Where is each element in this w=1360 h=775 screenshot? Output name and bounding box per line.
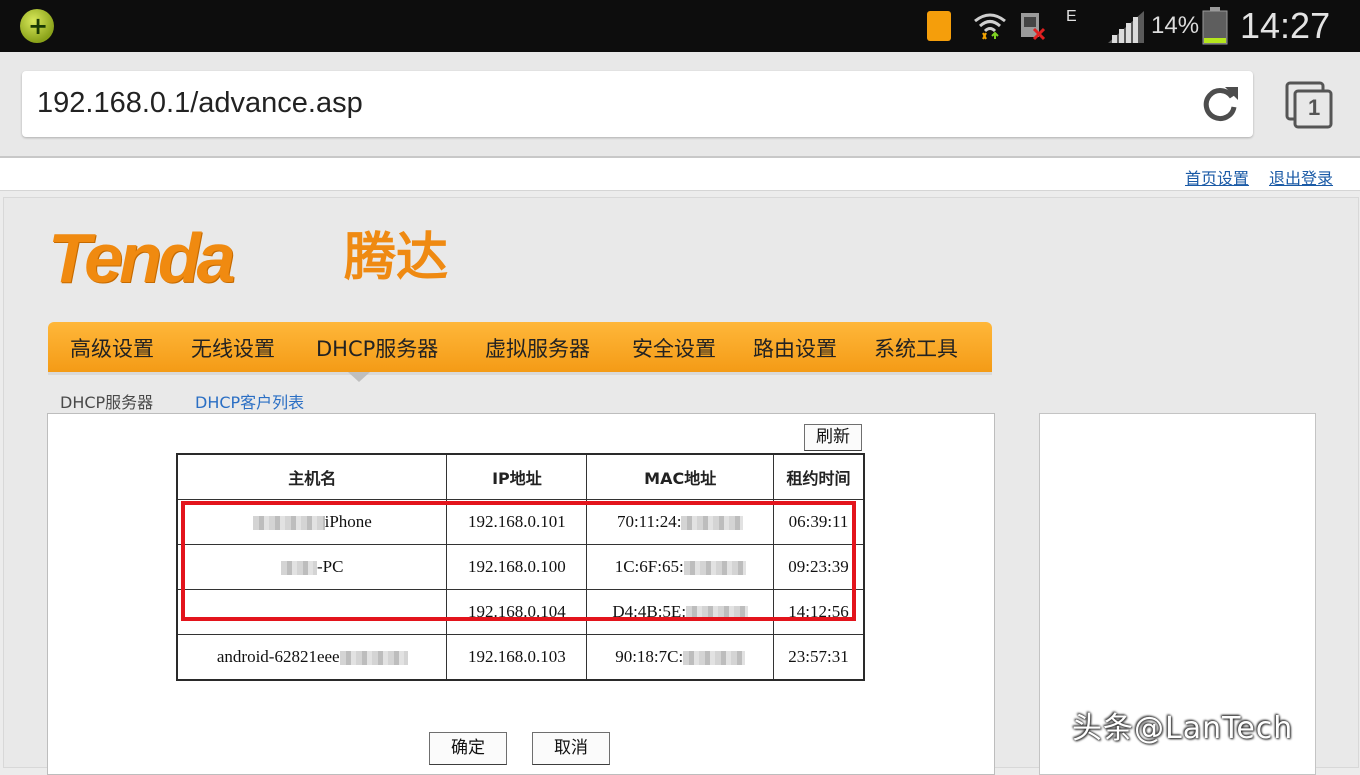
cell-lease: 23:57:31 bbox=[773, 634, 865, 681]
menu-virtual-server[interactable]: 虚拟服务器 bbox=[485, 333, 590, 363]
cell-hostname: -PC bbox=[176, 544, 448, 590]
redacted-text bbox=[339, 651, 408, 666]
main-menu: 高级设置 无线设置 DHCP服务器 虚拟服务器 安全设置 路由设置 系统工具 bbox=[48, 322, 992, 375]
header-hostname: 主机名 bbox=[176, 453, 448, 500]
sim-icon bbox=[927, 11, 951, 41]
tenda-logo: Tenda 腾达 bbox=[48, 222, 468, 294]
tabs-switcher-button[interactable]: 1 bbox=[1283, 79, 1335, 131]
wifi-icon bbox=[974, 13, 1006, 40]
hostname-text: -PC bbox=[317, 557, 344, 576]
table-row: iPhone 192.168.0.101 70:11:24: 06:39:11 bbox=[176, 499, 865, 545]
table-row: 192.168.0.104 D4:4B:5E: 14:12:56 bbox=[176, 589, 865, 635]
menu-dhcp[interactable]: DHCP服务器 bbox=[316, 333, 438, 363]
hostname-text: iPhone bbox=[324, 512, 372, 531]
logo-cn: 腾达 bbox=[344, 228, 449, 288]
redacted-text bbox=[683, 561, 746, 576]
mac-text: 90:18:7C: bbox=[615, 647, 684, 666]
signal-icon bbox=[1108, 11, 1144, 43]
cell-hostname: iPhone bbox=[176, 499, 448, 545]
network-type: E bbox=[1066, 8, 1077, 25]
tab-count: 1 bbox=[1308, 95, 1321, 120]
battery-icon bbox=[1202, 7, 1228, 45]
redacted-text bbox=[681, 516, 744, 531]
cell-ip: 192.168.0.101 bbox=[446, 499, 588, 545]
clock: 14:27 bbox=[1240, 5, 1331, 46]
status-bar: + E 14% 14:27 bbox=[0, 0, 1360, 52]
redacted-text bbox=[281, 561, 317, 576]
subtab-dhcp-server[interactable]: DHCP服务器 bbox=[60, 389, 153, 413]
menu-routing[interactable]: 路由设置 bbox=[753, 333, 837, 363]
hostname-text: android-62821eee bbox=[216, 647, 340, 666]
cell-hostname: android-62821eee bbox=[176, 634, 448, 681]
mac-text: 1C:6F:65: bbox=[614, 557, 684, 576]
mac-text: 70:11:24: bbox=[616, 512, 682, 531]
cell-lease: 06:39:11 bbox=[773, 499, 865, 545]
cell-lease: 14:12:56 bbox=[773, 589, 865, 635]
header-lease: 租约时间 bbox=[773, 453, 865, 500]
redacted-text bbox=[683, 651, 746, 666]
cell-lease: 09:23:39 bbox=[773, 544, 865, 590]
table-row: -PC 192.168.0.100 1C:6F:65: 09:23:39 bbox=[176, 544, 865, 590]
cell-mac: 90:18:7C: bbox=[586, 634, 775, 681]
ok-button[interactable]: 确定 bbox=[429, 732, 507, 765]
menu-security[interactable]: 安全设置 bbox=[632, 333, 716, 363]
battery-percent: 14% bbox=[1151, 12, 1200, 39]
table-header-row: 主机名 IP地址 MAC地址 租约时间 bbox=[176, 453, 865, 500]
reload-icon[interactable] bbox=[1199, 83, 1241, 125]
cell-ip: 192.168.0.103 bbox=[446, 634, 588, 681]
browser-toolbar: 192.168.0.1/advance.asp 1 bbox=[0, 52, 1360, 158]
menu-system-tools[interactable]: 系统工具 bbox=[874, 333, 958, 363]
cell-hostname bbox=[176, 589, 448, 635]
dhcp-client-table: 主机名 IP地址 MAC地址 租约时间 iPhone 192.168.0.101… bbox=[176, 453, 865, 681]
home-settings-link[interactable]: 首页设置 bbox=[1185, 165, 1249, 189]
redacted-text bbox=[686, 606, 749, 621]
header-mac: MAC地址 bbox=[586, 453, 775, 500]
url-text[interactable]: 192.168.0.1/advance.asp bbox=[37, 87, 363, 120]
subtab-client-list[interactable]: DHCP客户列表 bbox=[195, 389, 304, 413]
cell-mac: D4:4B:5E: bbox=[586, 589, 775, 635]
redacted-text bbox=[252, 516, 325, 531]
top-link-bar: 首页设置 退出登录 bbox=[0, 158, 1360, 191]
watermark: 头条@LanTech bbox=[1072, 711, 1294, 746]
mac-text: D4:4B:5E: bbox=[612, 602, 687, 621]
menu-advanced[interactable]: 高级设置 bbox=[70, 333, 154, 363]
logout-link[interactable]: 退出登录 bbox=[1269, 165, 1333, 189]
cancel-button[interactable]: 取消 bbox=[532, 732, 610, 765]
cell-mac: 70:11:24: bbox=[586, 499, 775, 545]
table-row: android-62821eee 192.168.0.103 90:18:7C:… bbox=[176, 634, 865, 681]
app-badge-icon: + bbox=[20, 9, 54, 43]
cell-ip: 192.168.0.100 bbox=[446, 544, 588, 590]
menu-wireless[interactable]: 无线设置 bbox=[191, 333, 275, 363]
cell-ip: 192.168.0.104 bbox=[446, 589, 588, 635]
refresh-button[interactable]: 刷新 bbox=[804, 424, 862, 451]
logo-en: Tenda bbox=[48, 219, 236, 297]
cell-mac: 1C:6F:65: bbox=[586, 544, 775, 590]
header-ip: IP地址 bbox=[446, 453, 588, 500]
active-menu-indicator bbox=[348, 372, 370, 382]
no-sd-icon bbox=[1021, 13, 1045, 41]
address-bar[interactable]: 192.168.0.1/advance.asp bbox=[22, 71, 1253, 137]
